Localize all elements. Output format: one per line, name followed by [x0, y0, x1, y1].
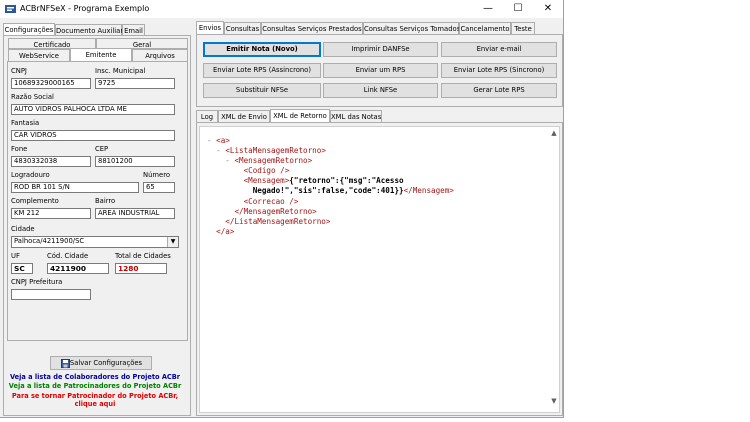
xml-line: </MensagemRetorno>: [234, 206, 317, 216]
window-title: ACBrNFSeX - Programa Exemplo: [20, 4, 150, 13]
cod-cidade-input[interactable]: 4211900: [47, 263, 109, 274]
bairro-label: Bairro: [95, 197, 116, 205]
razao-social-label: Razão Social: [11, 93, 54, 101]
imprimir-danfse-button[interactable]: Imprimir DANFSe: [323, 42, 438, 57]
cidade-label: Cidade: [11, 225, 35, 233]
xml-line: <Correcao />: [243, 196, 299, 206]
tab-webservice[interactable]: WebService: [8, 49, 70, 61]
enviar-lote-assincrono-button[interactable]: Enviar Lote RPS (Assincrono): [203, 63, 321, 78]
tornar-patrocinador-link-line2[interactable]: clique aqui: [0, 400, 190, 408]
close-button[interactable]: ✕: [533, 0, 563, 18]
cnpj-label: CNPJ: [11, 67, 27, 75]
xml-line: </a>: [216, 226, 235, 236]
complemento-label: Complemento: [11, 197, 59, 205]
im-input[interactable]: 9725: [95, 78, 175, 89]
im-label: Insc. Municipal: [95, 67, 146, 75]
tab-xml-notas[interactable]: XML das Notas: [330, 110, 382, 122]
razao-social-input[interactable]: AUTO VIDROS PALHOCA LTDA ME: [11, 104, 175, 115]
xml-line: Negado!","sis":false,"code":401}}</Mensa…: [252, 186, 454, 196]
cidade-value: Palhoca/4211900/SC: [14, 237, 85, 245]
tab-emitente[interactable]: Emitente: [70, 48, 132, 61]
cnpj-prefeitura-input[interactable]: [11, 289, 91, 300]
cnpj-input[interactable]: 10689329000165: [11, 78, 91, 89]
fone-input[interactable]: 4830332038: [11, 156, 91, 167]
main-window: ACBrNFSeX - Programa Exemplo — ☐ ✕ Confi…: [0, 0, 564, 418]
save-config-label: Salvar Configurações: [69, 359, 143, 367]
colaboradores-link[interactable]: Veja a lista de Colaboradores do Projeto…: [0, 373, 190, 381]
complemento-input[interactable]: KM 212: [11, 208, 91, 219]
numero-input[interactable]: 65: [143, 182, 175, 193]
maximize-button[interactable]: ☐: [503, 0, 533, 18]
patrocinadores-link[interactable]: Veja a lista de Patrocinadores do Projet…: [0, 382, 190, 390]
scroll-up-icon[interactable]: ▲: [549, 129, 559, 139]
bairro-input[interactable]: AREA INDUSTRIAL: [95, 208, 175, 219]
xml-line: </ListaMensagemRetorno>: [225, 216, 331, 226]
save-icon: [61, 359, 70, 368]
logradouro-label: Logradouro: [11, 171, 50, 179]
logradouro-input[interactable]: ROD BR 101 S/N: [11, 182, 139, 193]
xml-line: - <a>: [207, 136, 230, 145]
emitir-nota-button[interactable]: Emitir Nota (Novo): [203, 42, 321, 57]
gerar-lote-rps-button[interactable]: Gerar Lote RPS: [441, 83, 557, 98]
cep-input[interactable]: 88101200: [95, 156, 175, 167]
chevron-down-icon[interactable]: ▼: [167, 237, 178, 247]
uf-input[interactable]: SC: [11, 263, 33, 274]
xml-line: <Mensagem>{"retorno":{"msg":"Acesso: [243, 176, 404, 186]
xml-line: <Codigo />: [243, 166, 290, 176]
tab-xml-retorno[interactable]: XML de Retorno: [270, 109, 330, 122]
substituir-nfse-button[interactable]: Substituir NFSe: [203, 83, 321, 98]
save-config-button[interactable]: Salvar Configurações: [50, 356, 152, 370]
fantasia-label: Fantasia: [11, 119, 40, 127]
total-cidades-input: 1280: [115, 263, 167, 274]
collapse-marker[interactable]: -: [207, 136, 216, 145]
numero-label: Número: [143, 171, 170, 179]
fone-label: Fone: [11, 145, 28, 153]
link-nfse-button[interactable]: Link NFSe: [323, 83, 438, 98]
xml-line: - <ListaMensagemRetorno>: [216, 146, 326, 156]
fantasia-input[interactable]: CAR VIDROS: [11, 130, 175, 141]
tab-consultas-tomados[interactable]: Consultas Serviços Tomados: [363, 22, 460, 34]
cidade-select[interactable]: Palhoca/4211900/SC ▼: [11, 236, 179, 248]
enviar-lote-sincrono-button[interactable]: Enviar Lote RPS (Sincrono): [441, 63, 557, 78]
xml-scrollbar[interactable]: ▲ ▼: [549, 127, 559, 412]
enviar-email-button[interactable]: Enviar e-mail: [441, 42, 557, 57]
uf-label: UF: [11, 252, 20, 260]
total-cidades-label: Total de Cidades: [115, 252, 171, 260]
cep-label: CEP: [95, 145, 109, 153]
enviar-um-rps-button[interactable]: Enviar um RPS: [323, 63, 438, 78]
scroll-down-icon[interactable]: ▼: [549, 397, 559, 407]
app-icon: [5, 5, 16, 13]
collapse-marker[interactable]: -: [216, 146, 225, 155]
minimize-button[interactable]: —: [473, 0, 503, 18]
tornar-patrocinador-link-line1[interactable]: Para se tornar Patrocinador do Projeto A…: [0, 392, 190, 400]
tab-xml-envio[interactable]: XML de Envio: [218, 110, 270, 122]
cnpj-prefeitura-label: CNPJ Prefeitura: [11, 278, 63, 286]
tab-consultas-prestados[interactable]: Consultas Serviços Prestados: [261, 22, 363, 34]
tab-envios[interactable]: Envios: [196, 21, 224, 34]
title-bar: ACBrNFSeX - Programa Exemplo — ☐ ✕: [0, 0, 563, 18]
tab-teste[interactable]: Teste: [511, 22, 535, 34]
xml-content: - <a> - <ListaMensagemRetorno> - <Mensag…: [207, 136, 454, 237]
cod-cidade-label: Cód. Cidade: [47, 252, 89, 260]
tab-consultas[interactable]: Consultas: [224, 22, 261, 34]
tab-cancelamento[interactable]: Cancelamento: [459, 22, 511, 34]
tab-arquivos[interactable]: Arquivos: [132, 49, 188, 61]
xml-line: - <MensagemRetorno>: [225, 156, 313, 166]
tab-log[interactable]: Log: [196, 110, 218, 122]
